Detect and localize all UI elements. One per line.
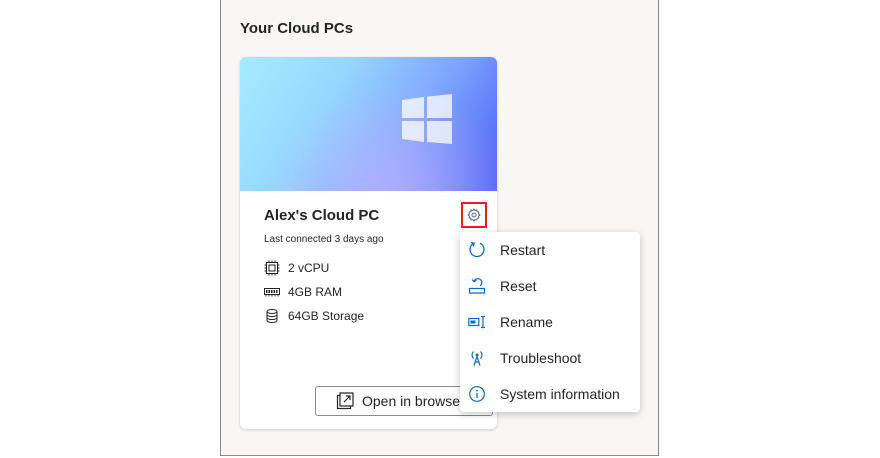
last-connected-text: Last connected 3 days ago (264, 234, 384, 245)
gear-icon (467, 208, 481, 222)
menu-item-label: Rename (500, 314, 553, 330)
spec-label: 4GB RAM (288, 285, 343, 299)
storage-icon (266, 309, 278, 323)
menu-item-troubleshoot[interactable]: Troubleshoot (460, 340, 640, 376)
cloud-pc-hero-image (240, 57, 497, 191)
spec-storage: 64GB Storage (264, 308, 364, 324)
open-external-icon (336, 392, 354, 410)
reset-icon (468, 277, 486, 295)
spec-label: 64GB Storage (288, 309, 365, 323)
cloud-pc-actions-menu: Restart Reset Rename Troubleshoot System… (460, 232, 640, 412)
menu-item-system-information[interactable]: System information (460, 376, 640, 412)
menu-item-label: Reset (500, 278, 537, 294)
menu-item-restart[interactable]: Restart (460, 232, 640, 268)
restart-icon (468, 241, 486, 259)
info-icon (468, 385, 486, 403)
ram-icon (264, 288, 280, 297)
spec-cpu: 2 vCPU (264, 260, 329, 276)
open-in-browser-label: Open in browser (362, 393, 465, 409)
settings-gear-button[interactable] (461, 202, 487, 228)
cloud-pc-card: Alex's Cloud PC Last connected 3 days ag… (240, 57, 497, 429)
menu-item-reset[interactable]: Reset (460, 268, 640, 304)
menu-item-label: Troubleshoot (500, 350, 582, 366)
spec-label: 2 vCPU (288, 261, 330, 275)
rename-icon (468, 313, 486, 331)
spec-ram: 4GB RAM (264, 284, 342, 300)
cpu-icon (264, 260, 280, 276)
menu-item-label: System information (500, 386, 620, 402)
menu-item-rename[interactable]: Rename (460, 304, 640, 340)
cloud-pc-name: Alex's Cloud PC (264, 207, 380, 224)
page-title: Your Cloud PCs (240, 20, 354, 37)
troubleshoot-icon (468, 349, 486, 367)
windows-logo-icon (402, 94, 452, 144)
menu-item-label: Restart (500, 242, 546, 258)
